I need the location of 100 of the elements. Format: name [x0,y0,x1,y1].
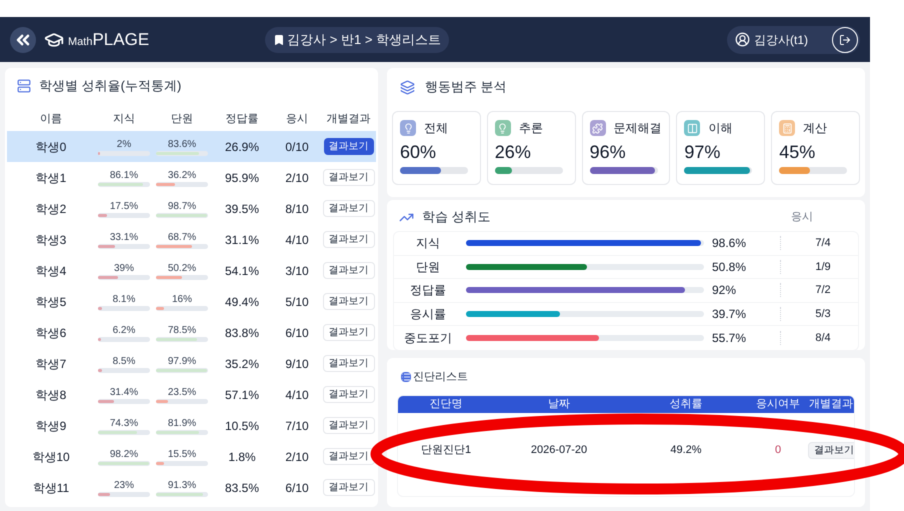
view-result-button[interactable]: 결과보기 [324,138,374,155]
category-value: 26% [494,141,532,163]
rate-cell-text: 54.1% [224,262,260,280]
rate-cell-text: 10.5% [224,418,260,434]
collapse-button[interactable] [10,26,36,52]
rate-cell-text: 49.2% [669,442,703,458]
list-icon [401,372,411,382]
student-row[interactable]: 학생8 31.4% 23.5% 57.1% 4/10 결과보기 [7,379,376,410]
percent-text: 31.4% [110,386,138,398]
percent-text: 91.3% [168,478,196,492]
student-row[interactable]: 학생5 8.1% 16% 49.4% 5/10 결과보기 [7,286,376,317]
percent-text: 86.1% [110,168,138,182]
rate-cell-text: 1.8% [227,448,257,466]
category-label: 계산 [803,120,828,137]
metric-label: 단원 [415,258,441,276]
metric-value: 92% [712,282,738,300]
percent-text: 98.2% [110,448,138,460]
view-result-button[interactable]: 결과보기 [322,324,374,341]
student-row[interactable]: 학생4 39% 50.2% 54.1% 3/10 결과보기 [7,255,376,286]
student-name: 학생11 [32,480,70,496]
panel-title: 학습 성취도 [422,208,491,226]
percent-text: 2% [116,138,132,150]
student-name: 학생9 [34,418,68,434]
column-header: 지식 [112,112,136,127]
view-result-button[interactable]: 결과보기 [322,200,374,217]
metric-value: 50.8% [712,258,748,276]
category-label: 이해 [708,120,732,137]
percent-text: 8.5% [112,354,136,368]
attempts-cell-text: 3/10 [284,262,310,280]
rate-cell-text: 83.8% [224,324,260,342]
student-row[interactable]: 학생7 8.5% 97.9% 35.2% 9/10 결과보기 [7,348,376,379]
attempts-cell-text: 2/10 [284,448,310,466]
percent-text: 6.2% [112,324,136,336]
attempts-cell-text: 5/10 [284,294,310,310]
category-label: 추론 [518,120,543,137]
diagnosis-name: 단원진단1 [420,442,472,458]
student-row[interactable]: 학생1 86.1% 36.2% 95.9% 2/10 결과보기 [7,162,376,193]
student-row[interactable]: 학생9 74.3% 81.9% 10.5% 7/10 결과보기 [7,410,376,441]
student-name: 학생2 [34,200,68,218]
view-result-button[interactable]: 결과보기 [322,169,374,186]
student-row[interactable]: 학생2 17.5% 98.7% 39.5% 8/10 결과보기 [7,193,376,224]
column-header: 응시 [285,112,309,127]
column-header: 정답률 [224,112,260,127]
bookmark-icon [273,34,286,46]
view-result-button[interactable]: 결과보기 [322,355,374,372]
view-result-button[interactable]: 결과보기 [322,386,374,403]
percent-text: 81.9% [168,416,196,430]
attempts-cell-text: 4/10 [284,232,310,248]
category-label: 전체 [424,120,448,137]
layers-icon [400,80,415,94]
column-header: 응시여부 [755,397,801,412]
student-name: 학생8 [34,386,68,404]
view-result-button[interactable]: 결과보기 [322,262,374,279]
metric-label: 응시률 [409,306,447,324]
taken-cell-text: 0 [774,442,782,458]
category-label: 문제해결 [614,120,662,137]
panel-title: 진단리스트 [413,370,468,385]
attempts-cell-text: 6/10 [284,480,310,496]
view-result-button[interactable]: 결과보기 [322,479,374,496]
column-header: 날짜 [547,397,571,412]
rate-cell-text: 49.4% [224,294,260,310]
puzzle-icon [590,120,606,136]
student-row[interactable]: 학생10 98.2% 15.5% 1.8% 2/10 결과보기 [7,441,376,472]
student-row[interactable]: 학생11 23% 91.3% 83.5% 6/10 결과보기 [7,472,376,503]
logo-text: MathPLAGE [68,28,150,51]
attempts-cell-text: 7/10 [284,418,310,434]
percent-text: 50.2% [168,262,196,274]
category-value: 60% [400,141,438,163]
view-result-button[interactable]: 결과보기 [322,417,374,434]
percent-text: 68.7% [168,230,196,244]
percent-text: 33.1% [110,230,138,244]
metric-value: 98.6% [712,235,748,252]
student-name: 학생7 [34,356,68,372]
bulb-icon [494,120,511,136]
date-cell-text: 2026-07-20 [530,442,588,458]
student-row[interactable]: 학생6 6.2% 78.5% 83.8% 6/10 결과보기 [7,317,376,348]
view-result-button[interactable]: 결과보기 [322,448,374,465]
rate-cell-text: 39.5% [224,200,260,218]
logout-button[interactable] [832,26,858,52]
metric-label: 중도포기 [403,330,453,348]
attempts-cell-text: 1/9 [814,260,832,275]
student-row[interactable]: 학생3 33.1% 68.7% 31.1% 4/10 결과보기 [7,224,376,255]
rate-cell-text: 26.9% [224,138,260,156]
view-result-button[interactable]: 결과보기 [322,231,374,248]
student-row[interactable]: 학생0 2% 83.6% 26.9% 0/10 결과보기 [7,131,376,162]
attempts-cell-text: 8/4 [814,330,832,346]
attempts-cell-text: 5/3 [814,306,832,322]
view-result-button[interactable]: 결과보기 [808,442,854,458]
student-name: 학생1 [34,170,68,186]
column-header: 응시 [791,210,813,225]
view-result-button[interactable]: 결과보기 [322,293,374,310]
percent-text: 17.5% [110,200,138,212]
rate-cell-text: 35.2% [224,356,260,372]
user-name[interactable]: 김강사(t1) [754,30,808,48]
rate-cell-text: 31.1% [224,232,260,248]
bulb-icon [400,120,416,136]
student-name: 학생10 [31,448,71,466]
percent-text: 8.1% [112,292,136,306]
rate-cell-text: 57.1% [224,386,260,404]
attempts-cell-text: 7/2 [814,283,832,298]
